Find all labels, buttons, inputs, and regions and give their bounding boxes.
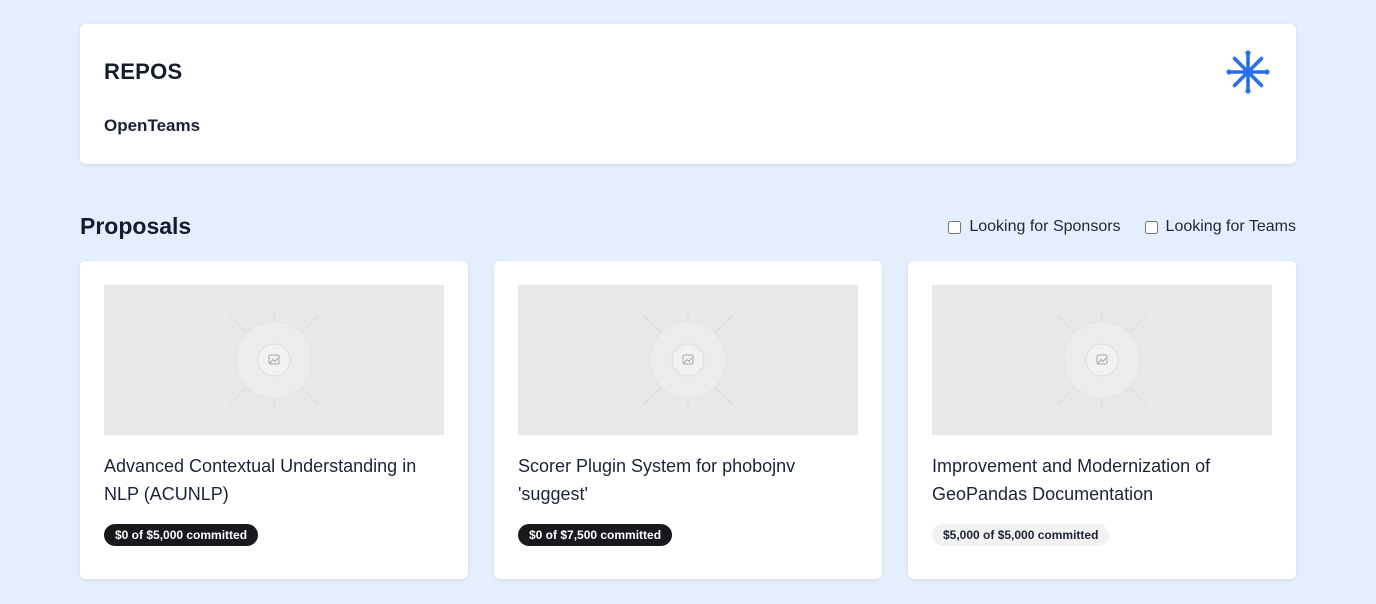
- snowflake-icon[interactable]: [1226, 50, 1270, 94]
- page-title: REPOS: [104, 59, 183, 84]
- repos-header-card: REPOS OpenTeams: [80, 24, 1296, 164]
- org-name[interactable]: OpenTeams: [104, 116, 200, 136]
- proposal-title[interactable]: Advanced Contextual Understanding in NLP…: [104, 452, 449, 508]
- sponsors-checkbox[interactable]: [948, 220, 962, 234]
- filter-looking-for-teams[interactable]: Looking for Teams: [1144, 218, 1296, 236]
- proposal-card[interactable]: Advanced Contextual Understanding in NLP…: [80, 261, 468, 579]
- image-placeholder-icon: [932, 285, 1272, 435]
- filter-label: Looking for Teams: [1165, 218, 1296, 235]
- filter-looking-for-sponsors[interactable]: Looking for Sponsors: [948, 218, 1121, 236]
- filter-label: Looking for Sponsors: [969, 218, 1121, 235]
- funding-badge: $5,000 of $5,000 committed: [932, 524, 1110, 546]
- proposal-card[interactable]: Improvement and Modernization of GeoPand…: [908, 261, 1296, 579]
- image-placeholder-icon: [104, 285, 444, 435]
- teams-checkbox[interactable]: [1144, 220, 1158, 234]
- funding-badge: $0 of $7,500 committed: [518, 524, 673, 546]
- image-placeholder-icon: [518, 285, 858, 435]
- proposal-filters: Looking for Sponsors Looking for Teams: [948, 218, 1296, 236]
- proposal-title[interactable]: Improvement and Modernization of GeoPand…: [932, 452, 1277, 508]
- funding-badge: $0 of $5,000 committed: [104, 524, 259, 546]
- proposal-title[interactable]: Scorer Plugin System for phobojnv 'sugge…: [518, 452, 863, 508]
- proposals-heading: Proposals: [80, 213, 192, 239]
- proposal-card[interactable]: Scorer Plugin System for phobojnv 'sugge…: [494, 261, 882, 579]
